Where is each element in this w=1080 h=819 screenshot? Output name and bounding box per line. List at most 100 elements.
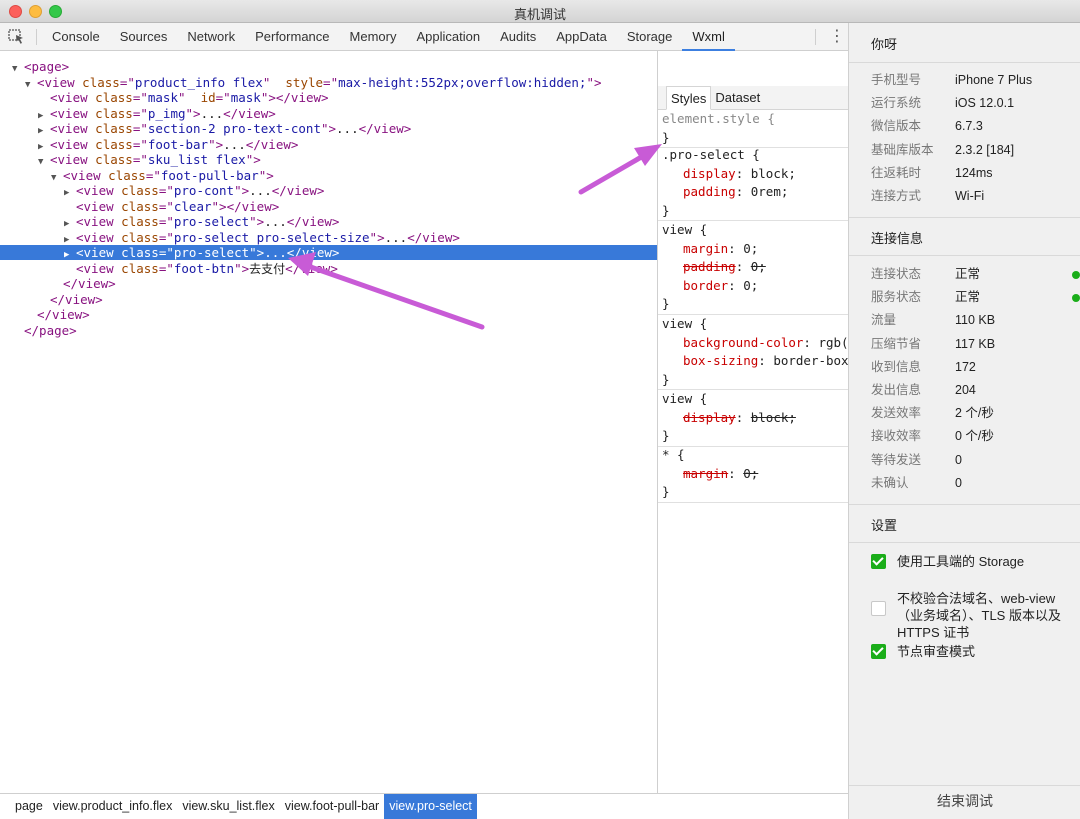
tree-node[interactable]: ▶ <view class="foot-bar">...</view>	[0, 137, 657, 152]
breadcrumb-item[interactable]: view.pro-select	[384, 794, 477, 819]
tag-token: </view>	[223, 105, 276, 121]
styles-tab-styles[interactable]: Styles	[666, 86, 712, 110]
style-property[interactable]: margin: 0;	[662, 465, 848, 484]
tree-node[interactable]: ▶ <view class="section-2 pro-text-cont">.…	[0, 121, 657, 136]
tag-token: </view>	[285, 260, 338, 276]
device-info-row: 运行系统 iOS 12.0.1	[871, 93, 1071, 113]
attr-value-token: foot-pull-bar	[160, 167, 259, 183]
tree-node[interactable]: ▶ <view class="p_img">...</view>	[0, 106, 657, 121]
property-name: box-sizing	[683, 353, 759, 368]
info-key: 微信版本	[871, 119, 922, 134]
property-value: 0;	[743, 277, 759, 293]
info-key: 压缩节省	[871, 336, 922, 351]
connection-info-title: 连接信息	[871, 231, 924, 246]
tag-token: ="	[215, 90, 231, 105]
setting-checkbox[interactable]	[871, 601, 886, 616]
tag-token: <view	[76, 229, 114, 245]
breadcrumb-item[interactable]: view.sku_list.flex	[177, 794, 279, 819]
tab-audits[interactable]: Audits	[490, 23, 546, 51]
property-name: margin	[683, 240, 729, 256]
info-value: 6.7.3	[955, 119, 983, 134]
tag-token: <view	[50, 121, 88, 136]
info-value: iOS 12.0.1	[955, 96, 1015, 111]
property-name: display	[683, 165, 736, 181]
tag-token: ="	[132, 136, 148, 152]
tree-node[interactable]: ▶ <view class="pro-cont">...</view>	[0, 183, 657, 198]
connection-info-row: 发出信息 204	[871, 380, 1071, 400]
tag-token: "></view>	[211, 198, 280, 214]
tag-token: ">	[369, 229, 385, 245]
style-property[interactable]: box-sizing: border-box	[662, 352, 848, 371]
style-property[interactable]: border: 0;	[662, 277, 848, 296]
tab-appdata[interactable]: AppData	[546, 23, 617, 51]
tab-console[interactable]: Console	[42, 23, 110, 51]
divider	[849, 542, 1080, 543]
tree-node[interactable]: ▶ <view class="pro-select">...</view>	[0, 214, 657, 229]
tree-node[interactable]: <view class="mask" id="mask"></view>	[0, 90, 657, 105]
tab-sources[interactable]: Sources	[110, 23, 178, 51]
tab-storage[interactable]: Storage	[617, 23, 683, 51]
breadcrumb-item[interactable]: view.foot-pull-bar	[280, 794, 385, 819]
tree-node[interactable]: </page>	[0, 323, 657, 338]
tree-node[interactable]: ▼ <view class="sku_list flex">	[0, 152, 657, 167]
rule-selector: * {	[662, 447, 685, 462]
tree-node[interactable]: </view>	[0, 276, 657, 291]
connection-info-row: 发送效率 2 个/秒	[871, 403, 1071, 423]
selected-tree-node[interactable]: ▶ <view class="pro-select">...</view>	[0, 245, 657, 260]
style-rule: view {background-color: rgb(box-sizing: …	[658, 315, 848, 390]
tree-node[interactable]: ▶ <view class="pro-select pro-select-size…	[0, 230, 657, 245]
ellipsis-token: ...	[223, 136, 246, 152]
breadcrumb-item[interactable]: view.product_info.flex	[48, 794, 178, 819]
attr-name-token: class	[121, 214, 159, 229]
style-property[interactable]: display: block;	[662, 409, 848, 428]
property-value: 0;	[750, 259, 766, 274]
info-value: 0	[955, 475, 962, 490]
property-value: 0;	[743, 240, 759, 256]
end-debug-button[interactable]: 结束调试	[849, 785, 1080, 819]
tree-node[interactable]: </view>	[0, 292, 657, 307]
tag-token: <view	[50, 90, 88, 105]
tree-node[interactable]: </view>	[0, 307, 657, 322]
status-ok-indicator	[1072, 294, 1080, 303]
tree-node[interactable]: <view class="clear"></view>	[0, 199, 657, 214]
tree-node[interactable]: <view class="foot-btn">去支付</view>	[0, 261, 657, 276]
rule-selector: element.style {	[662, 111, 775, 126]
attr-name-token: class	[121, 245, 159, 260]
tag-token: ="	[158, 229, 174, 245]
property-value: 0;	[743, 465, 759, 481]
info-value: 2 个/秒	[955, 406, 994, 421]
setting-label: 使用工具端的 Storage	[897, 554, 1025, 569]
rule-close: }	[662, 428, 670, 443]
style-property[interactable]: margin: 0;	[662, 240, 848, 259]
tree-node[interactable]: ▼ <view class="product_info flex" style="…	[0, 75, 657, 90]
tag-token: </view>	[286, 245, 340, 260]
style-property[interactable]: padding: 0rem;	[662, 183, 848, 202]
tab-application[interactable]: Application	[406, 23, 490, 51]
styles-tab-dataset[interactable]: Dataset	[711, 86, 764, 110]
tab-wxml[interactable]: Wxml	[682, 23, 735, 51]
attr-value-token: sku_list flex	[147, 152, 246, 167]
more-options-icon[interactable]: ⋮	[829, 28, 845, 46]
breadcrumb-item[interactable]: page	[10, 794, 48, 819]
setting-checkbox[interactable]	[871, 644, 886, 659]
setting-checkbox[interactable]	[871, 554, 886, 569]
ellipsis-token: ...	[200, 105, 224, 121]
style-property[interactable]: background-color: rgb(	[662, 334, 848, 353]
tree-node[interactable]: ▼ <page>	[0, 59, 657, 74]
property-value: border-box	[773, 353, 848, 368]
tree-node[interactable]: ▼ <view class="foot-pull-bar">	[0, 168, 657, 183]
setting-label: 节点审查模式	[897, 644, 976, 659]
style-property[interactable]: padding: 0;	[662, 258, 848, 277]
inspect-element-icon[interactable]	[8, 29, 26, 45]
tag-token: ">	[185, 105, 201, 121]
tag-token: ">	[208, 136, 224, 152]
style-rule: view {display: block;}	[658, 390, 848, 447]
window-title: 真机调试	[513, 7, 566, 22]
tab-memory[interactable]: Memory	[340, 23, 407, 51]
tab-performance[interactable]: Performance	[245, 23, 339, 51]
tab-network[interactable]: Network	[177, 23, 245, 51]
property-colon: :	[728, 240, 744, 256]
property-colon: :	[735, 409, 751, 425]
style-property[interactable]: display: block;	[662, 165, 848, 184]
